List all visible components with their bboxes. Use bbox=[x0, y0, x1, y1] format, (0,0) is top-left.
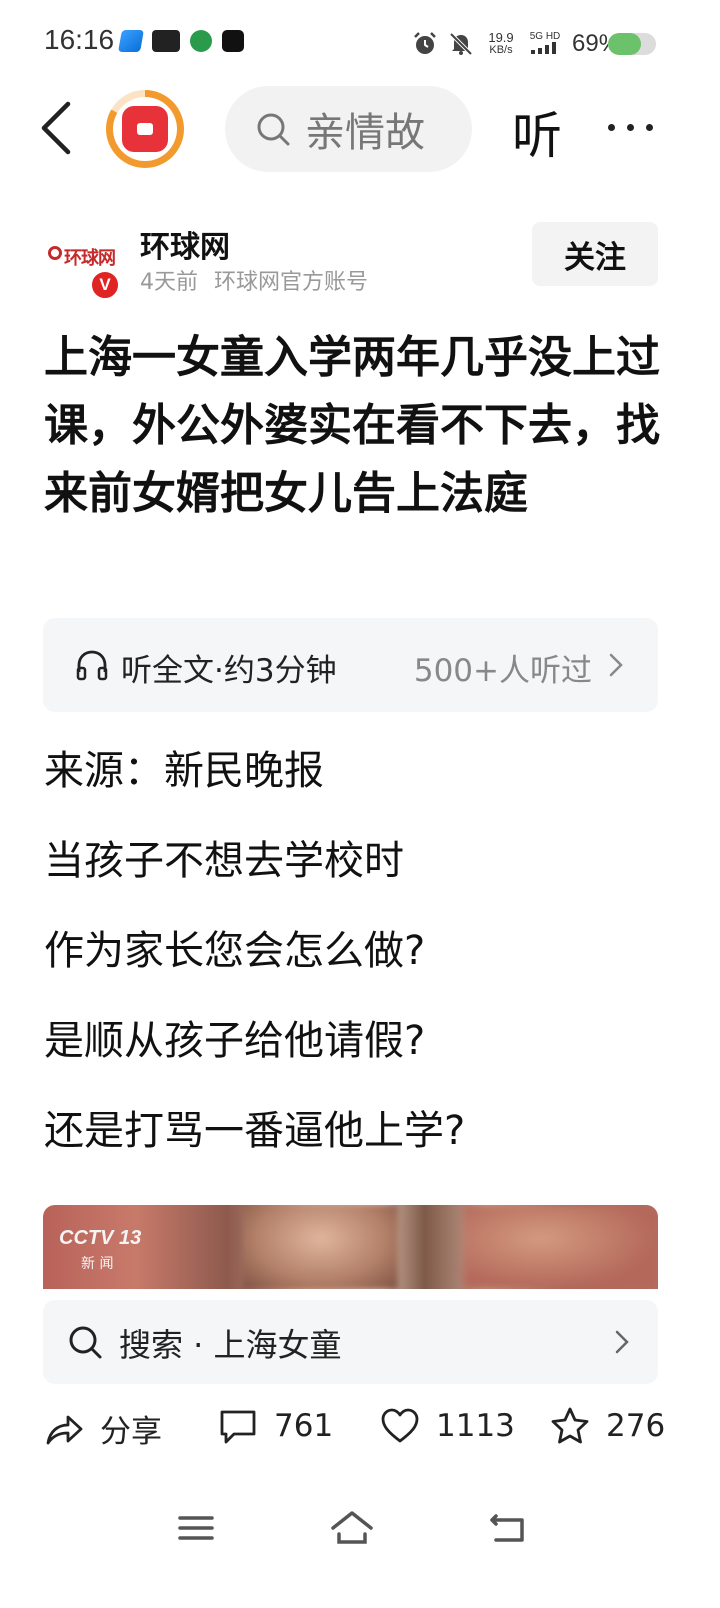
chevron-right-icon bbox=[615, 1330, 629, 1354]
status-time: 16:16 bbox=[44, 24, 115, 55]
battery-fill bbox=[608, 33, 642, 55]
paragraph: 当孩子不想去学校时 bbox=[44, 838, 404, 884]
red-envelope-icon bbox=[122, 106, 168, 152]
more-dot bbox=[646, 123, 653, 131]
listen-count: 500+人听过 bbox=[413, 653, 592, 689]
search-query-text: 亲情故 bbox=[305, 110, 425, 156]
author-row: 环球网 V 环球网 4天前 环球网官方账号 关注 bbox=[44, 220, 660, 300]
network-speed-unit: KB/s bbox=[489, 44, 513, 56]
search-icon bbox=[69, 1326, 102, 1359]
network-speed-value: 19.9 bbox=[488, 30, 514, 45]
cctv-logo: CCTV 13 bbox=[59, 1227, 142, 1249]
blurred-face bbox=[463, 1205, 658, 1289]
heart-icon bbox=[381, 1408, 419, 1443]
news-app-icon bbox=[152, 30, 180, 52]
paragraph: 作为家长您会怎么做? bbox=[44, 928, 426, 974]
paragraph: 是顺从孩子给他请假? bbox=[44, 1018, 426, 1064]
like-count: 1113 bbox=[436, 1408, 515, 1444]
cctv-logo-sub: 新 闻 bbox=[81, 1256, 114, 1272]
home-icon[interactable] bbox=[330, 1508, 374, 1548]
alarm-icon bbox=[414, 32, 436, 54]
follow-button[interactable]: 关注 bbox=[532, 222, 658, 286]
status-bar: 16:16 19.9 KB/s 5G HD 69% bbox=[0, 0, 720, 86]
tiktok-icon bbox=[222, 30, 244, 52]
author-avatar[interactable]: 环球网 V bbox=[44, 230, 120, 300]
red-envelope-app-button[interactable] bbox=[106, 90, 184, 168]
chevron-right-icon bbox=[609, 653, 623, 677]
share-icon bbox=[46, 1415, 83, 1444]
network-type: 5G HD bbox=[529, 31, 561, 42]
publish-time: 4天前 bbox=[140, 270, 198, 295]
mute-bell-icon bbox=[449, 32, 473, 56]
back-nav-icon[interactable] bbox=[488, 1508, 528, 1548]
network-speed: 19.9 KB/s bbox=[484, 30, 518, 56]
paper-plane-icon bbox=[118, 30, 144, 52]
comment-button[interactable]: 761 bbox=[218, 1406, 333, 1446]
top-nav-bar: 亲情故 听 bbox=[0, 86, 720, 176]
signal-bars-icon bbox=[531, 42, 556, 54]
favorite-count: 276 bbox=[606, 1408, 666, 1444]
comment-icon bbox=[220, 1410, 256, 1444]
account-type: 环球网官方账号 bbox=[214, 270, 369, 295]
avatar-logo-mark bbox=[48, 246, 62, 260]
search-icon bbox=[257, 113, 290, 146]
share-button[interactable]: 分享 bbox=[44, 1406, 162, 1451]
article-action-bar: 分享 761 1113 276 bbox=[0, 1396, 720, 1466]
payment-app-icon bbox=[190, 30, 212, 52]
share-label: 分享 bbox=[100, 1414, 162, 1450]
author-meta: 4天前 环球网官方账号 bbox=[140, 264, 368, 296]
listen-full-text-bar[interactable]: 听全文·约3分钟 500+人听过 bbox=[43, 618, 658, 712]
like-button[interactable]: 1113 bbox=[380, 1406, 515, 1446]
verified-badge: V bbox=[90, 270, 120, 300]
favorite-button[interactable]: 276 bbox=[550, 1406, 665, 1446]
paragraph-source: 来源：新民晚报 bbox=[44, 748, 324, 794]
article-video-image[interactable]: CCTV 13 新 闻 bbox=[43, 1205, 658, 1289]
system-navigation-bar bbox=[0, 1486, 720, 1576]
paragraph: 还是打骂一番逼他上学? bbox=[44, 1108, 466, 1154]
listen-label: 听全文·约3分钟 bbox=[121, 653, 337, 689]
more-options-button[interactable] bbox=[608, 112, 664, 142]
search-box[interactable]: 亲情故 bbox=[225, 86, 472, 172]
article-title: 上海一女童入学两年几乎没上过课，外公外婆实在看不下去，找来前女婿把女儿告上法庭 bbox=[44, 332, 660, 519]
comment-count: 761 bbox=[274, 1408, 334, 1444]
listen-button[interactable]: 听 bbox=[512, 96, 562, 168]
suggestion-text: 搜索 · 上海女童 bbox=[119, 1326, 342, 1364]
headphone-icon bbox=[76, 650, 108, 681]
signal-indicator: 5G HD bbox=[528, 31, 562, 57]
avatar-logo-text: 环球网 bbox=[64, 248, 116, 269]
blurred-face bbox=[243, 1205, 398, 1289]
more-dot bbox=[627, 123, 634, 131]
battery-icon bbox=[608, 33, 656, 55]
notification-icons bbox=[118, 30, 244, 52]
related-search-suggestion[interactable]: 搜索 · 上海女童 bbox=[43, 1300, 658, 1384]
author-name[interactable]: 环球网 bbox=[140, 222, 230, 266]
back-button[interactable] bbox=[36, 100, 80, 156]
more-dot bbox=[608, 123, 615, 131]
menu-icon[interactable] bbox=[176, 1508, 216, 1548]
star-icon bbox=[551, 1407, 589, 1444]
